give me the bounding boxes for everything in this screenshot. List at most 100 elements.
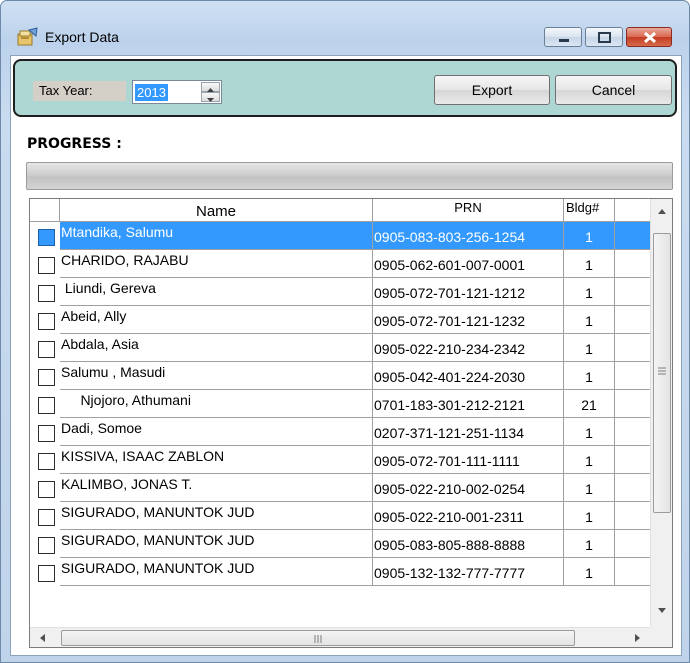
spin-down-button[interactable]: [201, 92, 220, 102]
bldg-cell[interactable]: 1: [564, 418, 615, 446]
row-checkbox[interactable]: [38, 509, 55, 526]
bldg-cell[interactable]: 1: [564, 222, 615, 250]
title-bar[interactable]: Export Data: [1, 1, 689, 55]
name-cell[interactable]: Dadi, Somoe: [60, 418, 373, 446]
prn-cell[interactable]: 0701-183-301-212-2121: [373, 390, 564, 418]
table-row[interactable]: Liundi, Gereva 0905-072-701-121-1212 1: [30, 278, 650, 306]
name-cell[interactable]: Abeid, Ally: [60, 306, 373, 334]
row-checkbox[interactable]: [38, 257, 55, 274]
prn-cell[interactable]: 0905-022-210-001-2311: [373, 502, 564, 530]
row-checkbox[interactable]: [38, 341, 55, 358]
name-cell[interactable]: KISSIVA, ISAAC ZABLON: [60, 446, 373, 474]
column-header-bldg[interactable]: Bldg#: [564, 199, 615, 222]
horizontal-scrollbar[interactable]: [30, 627, 650, 647]
table-row[interactable]: SIGURADO, MANUNTOK JUD 0905-083-805-888-8…: [30, 530, 650, 558]
bldg-cell[interactable]: 1: [564, 558, 615, 586]
name-cell[interactable]: Liundi, Gereva: [60, 278, 373, 306]
name-cell[interactable]: Salumu , Masudi: [60, 362, 373, 390]
row-checkbox[interactable]: [38, 369, 55, 386]
records-grid[interactable]: Name PRN Bldg# Mtandika, Salumu 0905-083-…: [29, 198, 673, 648]
horizontal-scroll-thumb[interactable]: [61, 630, 575, 646]
cancel-button[interactable]: Cancel: [555, 75, 672, 105]
grip-icon: [314, 635, 322, 643]
arrow-down-icon: [207, 98, 214, 102]
tax-year-spinner[interactable]: [201, 82, 220, 102]
prn-cell[interactable]: 0905-022-210-002-0254: [373, 474, 564, 502]
minimize-button[interactable]: [544, 27, 582, 47]
bldg-cell[interactable]: 1: [564, 306, 615, 334]
bldg-cell[interactable]: 1: [564, 278, 615, 306]
close-button[interactable]: [626, 27, 672, 47]
vertical-scrollbar[interactable]: [650, 199, 672, 627]
bldg-cell[interactable]: 1: [564, 334, 615, 362]
scroll-down-button[interactable]: [653, 601, 671, 619]
scrollbar-corner: [650, 627, 672, 647]
prn-cell[interactable]: 0905-083-805-888-8888: [373, 530, 564, 558]
scroll-up-button[interactable]: [653, 203, 671, 221]
prn-cell[interactable]: 0207-371-121-251-1134: [373, 418, 564, 446]
table-row[interactable]: Salumu , Masudi 0905-042-401-224-2030 1: [30, 362, 650, 390]
bldg-cell[interactable]: 1: [564, 502, 615, 530]
maximize-button[interactable]: [585, 27, 623, 47]
name-cell[interactable]: Mtandika, Salumu: [60, 222, 373, 250]
empty-cell: [615, 530, 650, 558]
empty-cell: [615, 222, 650, 250]
row-checkbox[interactable]: [38, 229, 55, 246]
name-cell[interactable]: SIGURADO, MANUNTOK JUD: [60, 558, 373, 586]
prn-cell[interactable]: 0905-083-803-256-1254: [373, 222, 564, 250]
name-cell[interactable]: CHARIDO, RAJABU: [60, 250, 373, 278]
row-checkbox[interactable]: [38, 425, 55, 442]
tax-year-value[interactable]: 2013: [135, 84, 168, 101]
bldg-cell[interactable]: 21: [564, 390, 615, 418]
vertical-scroll-thumb[interactable]: [653, 233, 671, 513]
table-row[interactable]: SIGURADO, MANUNTOK JUD 0905-022-210-001-2…: [30, 502, 650, 530]
name-cell[interactable]: SIGURADO, MANUNTOK JUD: [60, 530, 373, 558]
spin-up-button[interactable]: [201, 82, 220, 92]
row-select-cell: [30, 334, 60, 362]
name-cell[interactable]: SIGURADO, MANUNTOK JUD: [60, 502, 373, 530]
table-row[interactable]: KALIMBO, JONAS T. 0905-022-210-002-0254 1: [30, 474, 650, 502]
row-checkbox[interactable]: [38, 397, 55, 414]
scroll-right-button[interactable]: [628, 629, 646, 647]
bldg-cell[interactable]: 1: [564, 250, 615, 278]
table-row[interactable]: SIGURADO, MANUNTOK JUD 0905-132-132-777-7…: [30, 558, 650, 586]
bldg-cell[interactable]: 1: [564, 530, 615, 558]
table-row[interactable]: CHARIDO, RAJABU 0905-062-601-007-0001 1: [30, 250, 650, 278]
row-checkbox[interactable]: [38, 481, 55, 498]
name-cell[interactable]: Abdala, Asia: [60, 334, 373, 362]
prn-cell[interactable]: 0905-022-210-234-2342: [373, 334, 564, 362]
prn-cell[interactable]: 0905-042-401-224-2030: [373, 362, 564, 390]
bldg-cell[interactable]: 1: [564, 362, 615, 390]
bldg-cell[interactable]: 1: [564, 474, 615, 502]
column-header-name[interactable]: Name: [60, 199, 373, 222]
tax-year-field[interactable]: 2013: [132, 80, 222, 104]
export-button[interactable]: Export: [434, 75, 550, 105]
prn-cell[interactable]: 0905-072-701-121-1212: [373, 278, 564, 306]
row-checkbox[interactable]: [38, 285, 55, 302]
bldg-cell[interactable]: 1: [564, 446, 615, 474]
row-select-cell: [30, 446, 60, 474]
column-header-select[interactable]: [30, 199, 60, 222]
row-checkbox[interactable]: [38, 565, 55, 582]
table-row[interactable]: Mtandika, Salumu 0905-083-803-256-1254 1: [30, 222, 650, 250]
empty-cell: [615, 306, 650, 334]
column-header-prn[interactable]: PRN: [373, 199, 564, 222]
prn-cell[interactable]: 0905-132-132-777-7777: [373, 558, 564, 586]
prn-cell[interactable]: 0905-072-701-121-1232: [373, 306, 564, 334]
table-row[interactable]: Abeid, Ally 0905-072-701-121-1232 1: [30, 306, 650, 334]
name-cell[interactable]: Njojoro, Athumani: [60, 390, 373, 418]
row-select-cell: [30, 306, 60, 334]
name-cell[interactable]: KALIMBO, JONAS T.: [60, 474, 373, 502]
scroll-left-button[interactable]: [34, 629, 52, 647]
row-checkbox[interactable]: [38, 537, 55, 554]
prn-cell[interactable]: 0905-072-701-111-1111: [373, 446, 564, 474]
table-row[interactable]: KISSIVA, ISAAC ZABLON 0905-072-701-111-11…: [30, 446, 650, 474]
table-row[interactable]: Abdala, Asia 0905-022-210-234-2342 1: [30, 334, 650, 362]
prn-cell[interactable]: 0905-062-601-007-0001: [373, 250, 564, 278]
row-checkbox[interactable]: [38, 453, 55, 470]
table-row[interactable]: Dadi, Somoe 0207-371-121-251-1134 1: [30, 418, 650, 446]
row-checkbox[interactable]: [38, 313, 55, 330]
table-row[interactable]: Njojoro, Athumani 0701-183-301-212-2121 21: [30, 390, 650, 418]
window-title: Export Data: [45, 29, 119, 45]
row-select-cell: [30, 222, 60, 250]
